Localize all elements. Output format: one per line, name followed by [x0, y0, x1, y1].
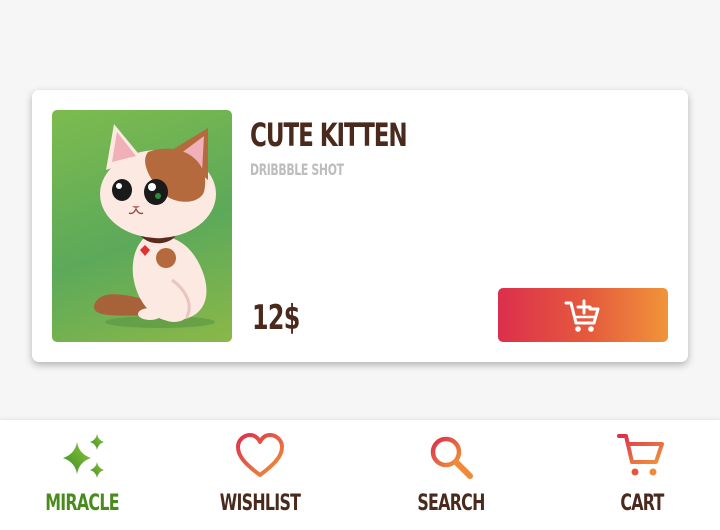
nav-label-wishlist: WISHLIST [219, 491, 301, 516]
sparkles-icon [63, 434, 104, 478]
nav-item-search[interactable]: SEARCH [381, 420, 521, 530]
nav-item-miracle[interactable]: MIRACLE [12, 420, 152, 530]
bottom-navigation: MIRACLE WISHLIST SEARCH CART [0, 420, 720, 530]
product-card[interactable]: CUTE KITTEN DRIBBBLE SHOT 12$ [32, 90, 688, 362]
search-icon [430, 436, 473, 479]
nav-item-cart[interactable]: CART [572, 420, 712, 530]
product-title: CUTE KITTEN [250, 116, 408, 154]
nav-label-miracle: MIRACLE [45, 491, 119, 516]
heart-icon [236, 433, 284, 477]
product-price: 12$ [252, 298, 300, 338]
product-image [52, 110, 232, 342]
nav-label-cart: CART [620, 491, 664, 516]
add-to-cart-button[interactable] [498, 288, 668, 342]
product-subtitle: DRIBBBLE SHOT [250, 160, 344, 179]
nav-label-search: SEARCH [417, 491, 485, 516]
cart-icon [617, 434, 664, 476]
nav-item-wishlist[interactable]: WISHLIST [190, 420, 330, 530]
cart-plus-icon [564, 299, 600, 332]
